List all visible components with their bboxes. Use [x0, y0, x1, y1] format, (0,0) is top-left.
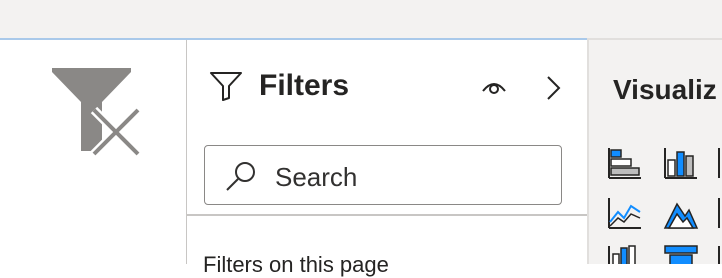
stacked-column-chart-icon[interactable] — [663, 146, 699, 180]
top-strip — [0, 0, 722, 38]
search-divider — [187, 214, 587, 216]
filters-section-label: Filters on this page — [203, 252, 389, 277]
line-and-column-chart-icon[interactable] — [607, 244, 643, 264]
filters-pane: Filters Search Filters on this page — [187, 40, 587, 277]
visualizations-pane: Visualiz — [589, 40, 722, 264]
visualizations-title: Visualiz — [613, 74, 717, 105]
area-chart-icon[interactable] — [663, 196, 699, 230]
filter-clear-icon[interactable] — [52, 68, 142, 158]
filters-title: Filters — [259, 69, 350, 102]
funnel-chart-icon[interactable] — [663, 244, 699, 264]
search-input[interactable]: Search — [204, 145, 562, 205]
eye-icon[interactable] — [481, 76, 507, 98]
stacked-bar-chart-icon[interactable] — [607, 146, 643, 180]
clustered-bar-chart-icon[interactable] — [717, 146, 722, 180]
stacked-area-chart-icon[interactable] — [717, 196, 722, 230]
chevron-right-icon[interactable] — [543, 74, 563, 102]
line-chart-icon[interactable] — [607, 196, 643, 230]
ribbon-chart-icon[interactable] — [717, 244, 722, 264]
filter-icon — [210, 72, 242, 101]
search-placeholder: Search — [275, 162, 358, 192]
search-icon — [226, 162, 255, 191]
